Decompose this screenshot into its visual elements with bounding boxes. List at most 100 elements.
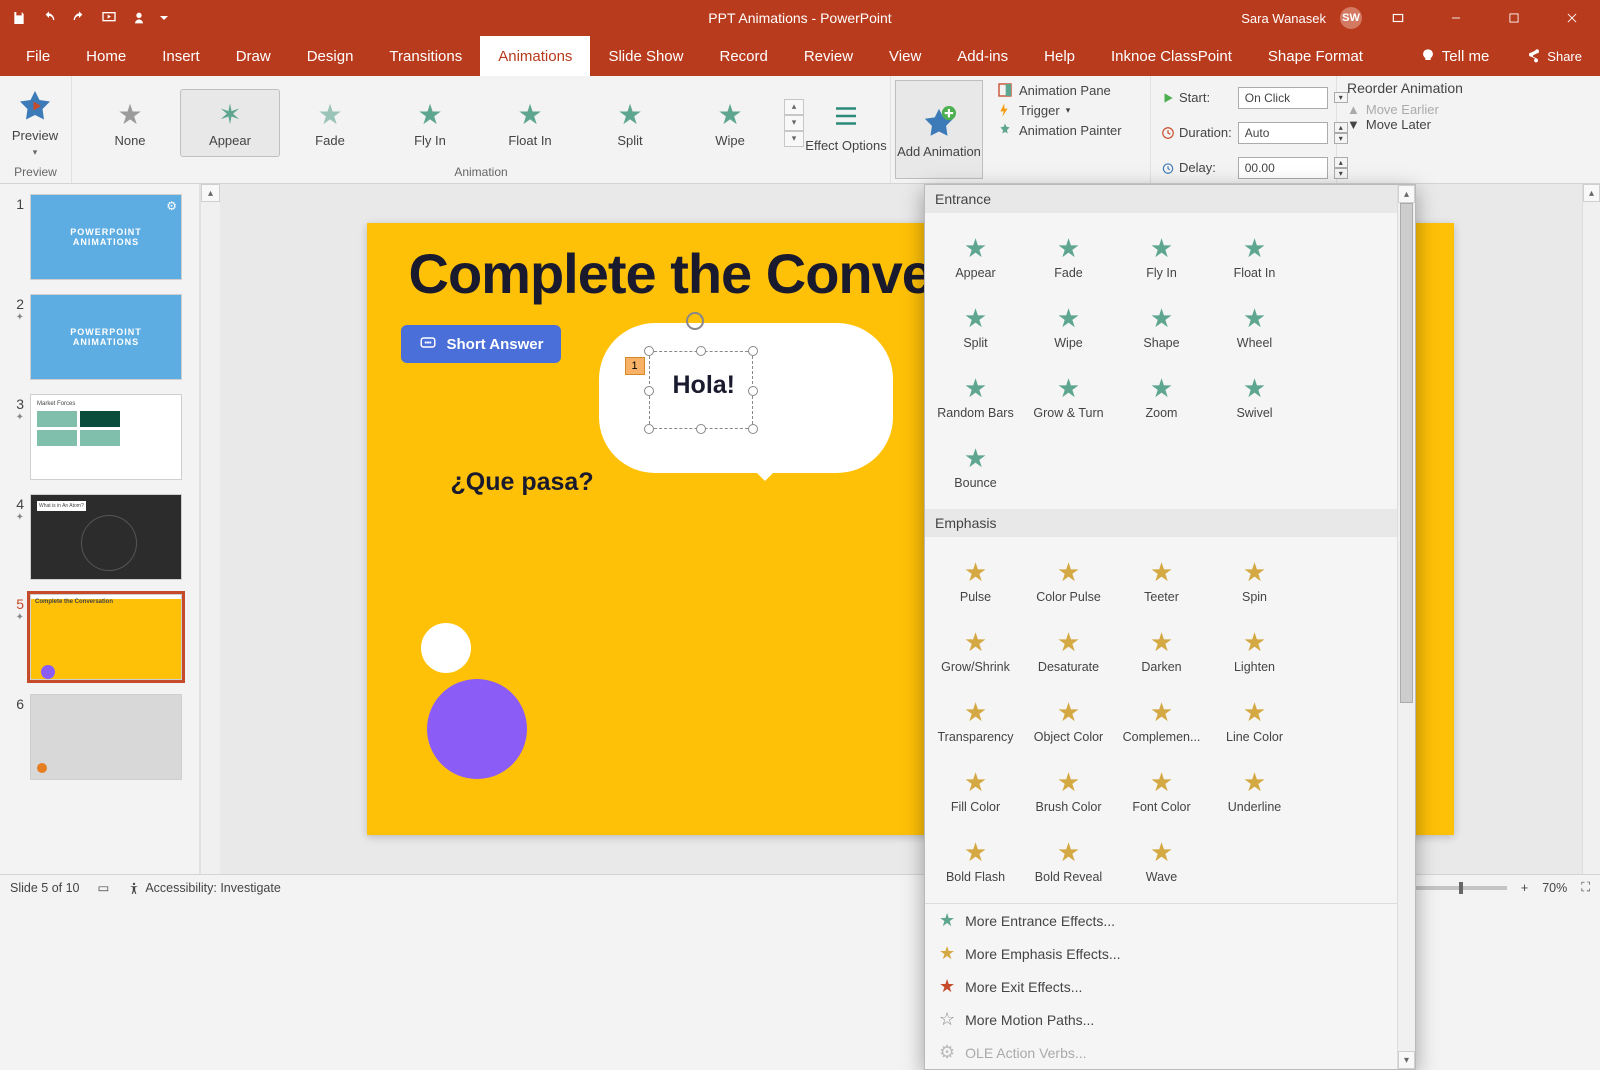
slide-thumbnail-1[interactable]: POWERPOINTANIMATIONS⚙: [30, 194, 182, 280]
entrance-effect-item[interactable]: ★Swivel: [1208, 361, 1301, 431]
emphasis-effect-item[interactable]: ★Pulse: [929, 545, 1022, 615]
entrance-effect-item[interactable]: ★Fly In: [1115, 221, 1208, 291]
zoom-slider[interactable]: [1411, 886, 1507, 890]
anim-split[interactable]: ★Split: [580, 89, 680, 157]
emphasis-effect-item[interactable]: ★Teeter: [1115, 545, 1208, 615]
slide-thumbnail-3[interactable]: Market Forces: [30, 394, 182, 480]
notes-icon[interactable]: ▭: [98, 880, 110, 895]
slide-thumbnail-2[interactable]: POWERPOINTANIMATIONS: [30, 294, 182, 380]
entrance-effect-item[interactable]: ★Bounce: [929, 431, 1022, 501]
redo-icon[interactable]: [66, 5, 92, 31]
anim-wipe[interactable]: ★Wipe: [680, 89, 780, 157]
animation-pane-button[interactable]: Animation Pane: [997, 82, 1140, 98]
entrance-effect-item[interactable]: ★Float In: [1208, 221, 1301, 291]
scroll-up-icon[interactable]: ▴: [1398, 185, 1415, 203]
emphasis-effect-item[interactable]: ★Line Color: [1208, 685, 1301, 755]
tab-home[interactable]: Home: [68, 36, 144, 76]
tab-view[interactable]: View: [871, 36, 939, 76]
add-animation-button[interactable]: Add Animation: [895, 80, 983, 179]
more-motion-paths[interactable]: ☆More Motion Paths...: [925, 1003, 1397, 1036]
ribbon-display-options-icon[interactable]: [1376, 0, 1420, 36]
entrance-effect-item[interactable]: ★Random Bars: [929, 361, 1022, 431]
entrance-effect-item[interactable]: ★Appear: [929, 221, 1022, 291]
emphasis-effect-item[interactable]: ★Spin: [1208, 545, 1301, 615]
entrance-effect-item[interactable]: ★Wipe: [1022, 291, 1115, 361]
scroll-up-icon[interactable]: ▴: [201, 184, 220, 202]
canvas-vscrollbar[interactable]: ▴: [1582, 184, 1600, 874]
slide-count[interactable]: Slide 5 of 10: [10, 881, 80, 895]
emphasis-effect-item[interactable]: ★Bold Flash: [929, 825, 1022, 895]
animation-painter-button[interactable]: Animation Painter: [997, 122, 1140, 138]
tab-design[interactable]: Design: [289, 36, 372, 76]
emphasis-effect-item[interactable]: ★Grow/Shrink: [929, 615, 1022, 685]
trigger-button[interactable]: Trigger▾: [997, 102, 1140, 118]
customize-qat-icon[interactable]: [156, 5, 172, 31]
anim-appear[interactable]: ✶Appear: [180, 89, 280, 157]
tab-addins[interactable]: Add-ins: [939, 36, 1026, 76]
tab-transitions[interactable]: Transitions: [371, 36, 480, 76]
emphasis-effect-item[interactable]: ★Desaturate: [1022, 615, 1115, 685]
more-exit-effects[interactable]: ★More Exit Effects...: [925, 970, 1397, 1003]
emphasis-effect-item[interactable]: ★Transparency: [929, 685, 1022, 755]
entrance-effect-item[interactable]: ★Zoom: [1115, 361, 1208, 431]
emphasis-effect-item[interactable]: ★Object Color: [1022, 685, 1115, 755]
tab-draw[interactable]: Draw: [218, 36, 289, 76]
slide-thumbnail-5[interactable]: Complete the Conversation: [30, 594, 182, 680]
duration-value[interactable]: Auto: [1238, 122, 1328, 144]
anim-flyin[interactable]: ★Fly In: [380, 89, 480, 157]
touch-mouse-mode-icon[interactable]: [126, 5, 152, 31]
maximize-icon[interactable]: [1492, 0, 1536, 36]
accessibility-status[interactable]: Accessibility: Investigate: [127, 881, 280, 895]
scroll-up-icon[interactable]: ▴: [1583, 184, 1600, 202]
tab-animations[interactable]: Animations: [480, 36, 590, 76]
emphasis-effect-item[interactable]: ★Fill Color: [929, 755, 1022, 825]
tab-insert[interactable]: Insert: [144, 36, 218, 76]
minimize-icon[interactable]: [1434, 0, 1478, 36]
slide-title-text[interactable]: Complete the Conversa: [409, 241, 1014, 306]
que-pasa-text[interactable]: ¿Que pasa?: [451, 468, 594, 497]
zoom-in-button[interactable]: +: [1521, 881, 1528, 895]
tab-review[interactable]: Review: [786, 36, 871, 76]
more-emphasis-effects[interactable]: ★More Emphasis Effects...: [925, 937, 1397, 970]
emphasis-effect-item[interactable]: ★Font Color: [1115, 755, 1208, 825]
scrollbar-thumb[interactable]: [1400, 203, 1413, 703]
scroll-down-icon[interactable]: ▾: [1398, 1051, 1415, 1069]
purple-circle-shape[interactable]: [427, 679, 527, 779]
zoom-level[interactable]: 70%: [1542, 881, 1567, 895]
user-avatar[interactable]: SW: [1340, 7, 1362, 29]
hola-text[interactable]: Hola!: [673, 371, 736, 400]
effect-options-button[interactable]: Effect Options: [804, 92, 888, 153]
anim-floatin[interactable]: ★Float In: [480, 89, 580, 157]
anim-fade[interactable]: ★Fade: [280, 89, 380, 157]
gallery-scroll-down[interactable]: ▾: [784, 115, 804, 131]
preview-button[interactable]: Preview ▾: [0, 76, 70, 163]
tab-file[interactable]: File: [8, 36, 68, 76]
tab-help[interactable]: Help: [1026, 36, 1093, 76]
emphasis-effect-item[interactable]: ★Underline: [1208, 755, 1301, 825]
rotate-handle-icon[interactable]: [683, 309, 707, 333]
emphasis-effect-item[interactable]: ★Bold Reveal: [1022, 825, 1115, 895]
tab-record[interactable]: Record: [701, 36, 785, 76]
entrance-effect-item[interactable]: ★Wheel: [1208, 291, 1301, 361]
slide-thumbnail-6[interactable]: [30, 694, 182, 780]
tell-me-search[interactable]: Tell me: [1402, 36, 1508, 76]
start-value[interactable]: On Click: [1238, 87, 1328, 109]
save-icon[interactable]: [6, 5, 32, 31]
tab-shape-format[interactable]: Shape Format: [1250, 36, 1381, 76]
present-from-start-icon[interactable]: [96, 5, 122, 31]
delay-value[interactable]: 00.00: [1238, 157, 1328, 179]
entrance-effect-item[interactable]: ★Shape: [1115, 291, 1208, 361]
close-icon[interactable]: [1550, 0, 1594, 36]
tab-inknoe[interactable]: Inknoe ClassPoint: [1093, 36, 1250, 76]
gallery-scroll-up[interactable]: ▴: [784, 99, 804, 115]
undo-icon[interactable]: [36, 5, 62, 31]
dropdown-scrollbar[interactable]: ▴ ▾: [1397, 185, 1415, 1069]
short-answer-button[interactable]: Short Answer: [401, 325, 562, 363]
emphasis-effect-item[interactable]: ★Color Pulse: [1022, 545, 1115, 615]
slide-thumbnail-4[interactable]: What is in An Atom?: [30, 494, 182, 580]
tab-slideshow[interactable]: Slide Show: [590, 36, 701, 76]
fit-to-window-icon[interactable]: ⛶: [1581, 880, 1590, 895]
animation-order-tag[interactable]: 1: [625, 357, 645, 375]
entrance-effect-item[interactable]: ★Grow & Turn: [1022, 361, 1115, 431]
emphasis-effect-item[interactable]: ★Complemen...: [1115, 685, 1208, 755]
